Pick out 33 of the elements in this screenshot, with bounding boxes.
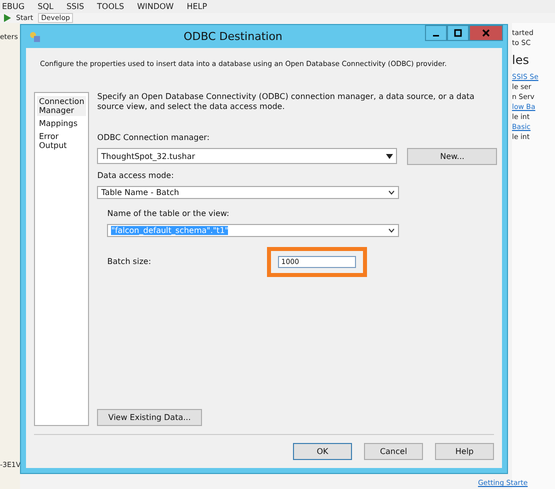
menu-item[interactable]: SQL	[38, 2, 54, 11]
caret-icon	[388, 228, 396, 233]
maximize-button[interactable]	[447, 25, 469, 41]
field-label: ODBC Connection manager:	[97, 132, 211, 142]
instruction-text: Specify an Open Database Connectivity (ODBC) connection manager, a data source, or a data source view, and select the data access mode.	[97, 92, 476, 113]
dialog-button[interactable]: Help	[435, 443, 494, 460]
minimize-button[interactable]	[425, 25, 447, 41]
new-button[interactable]: New...	[407, 148, 498, 165]
dialog-button[interactable]: Cancel	[364, 443, 423, 460]
section-heading: les	[512, 53, 530, 67]
field-label: Data access mode:	[97, 170, 175, 180]
menu-item[interactable]: HELP	[186, 2, 208, 11]
menu-item[interactable]: SSIS	[66, 2, 84, 11]
page-list-item[interactable]: Mappings	[37, 118, 86, 129]
field-label: Batch size:	[107, 257, 152, 266]
play-icon[interactable]	[4, 14, 11, 22]
page-list-item[interactable]: Connection Manager	[37, 96, 86, 116]
caret-icon	[386, 154, 394, 159]
menu-item[interactable]: TOOLS	[97, 2, 124, 11]
close-icon	[482, 29, 490, 37]
close-button[interactable]	[469, 25, 503, 41]
view-existing-data-button[interactable]: View Existing Data...	[97, 409, 202, 426]
connection-manager-dropdown[interactable]: ThoughtSpot_32.tushar	[97, 148, 398, 164]
dialog-button[interactable]: OK	[293, 443, 352, 460]
menu-item[interactable]: EBUG	[2, 2, 25, 11]
app-icon	[29, 30, 41, 42]
maximize-icon	[454, 29, 462, 37]
window-title: ODBC Destination	[182, 30, 284, 43]
field-label: Name of the table or the view:	[107, 208, 230, 218]
menu-item[interactable]: WINDOW	[137, 2, 174, 11]
access-mode-dropdown[interactable]: Table Name - Batch	[97, 186, 400, 199]
caret-icon	[388, 190, 396, 195]
page-list-item[interactable]: Error Output	[37, 131, 86, 151]
